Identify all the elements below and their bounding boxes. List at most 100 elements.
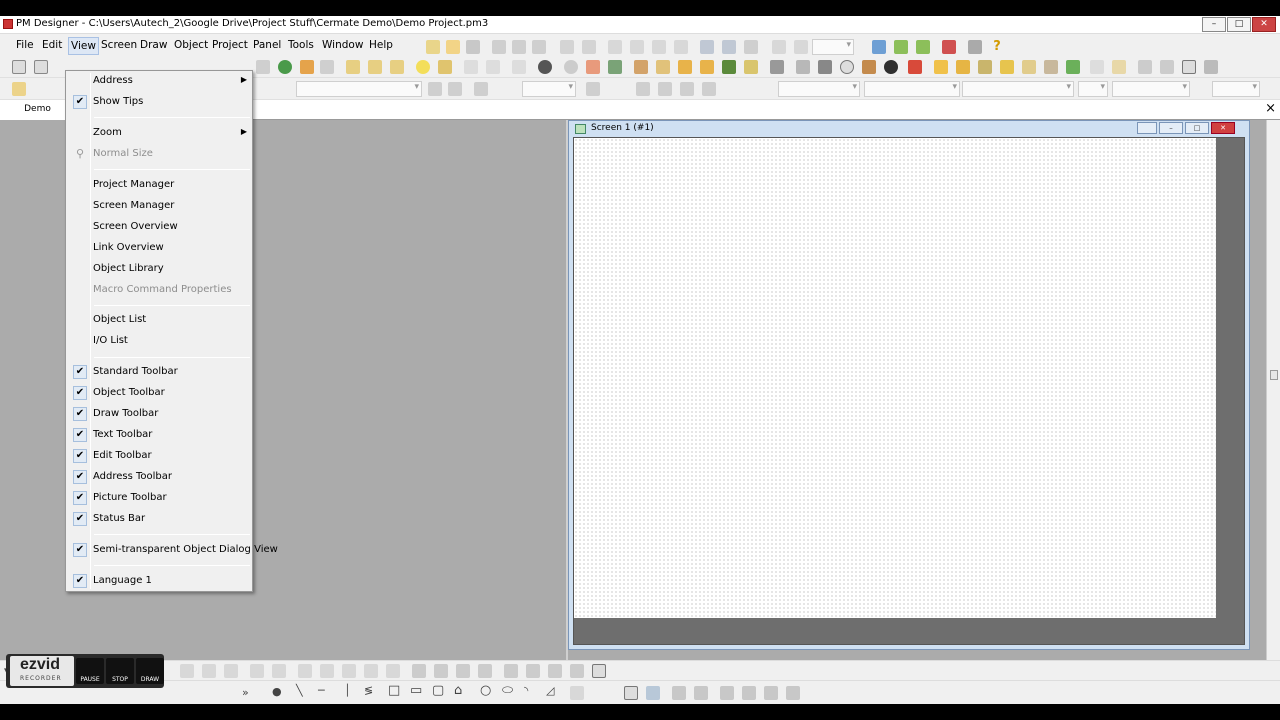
text-icon-2[interactable]: [448, 82, 462, 96]
obj-icon-5[interactable]: [368, 60, 382, 74]
screen-prev-icon[interactable]: [652, 40, 666, 54]
align-icon-8[interactable]: [342, 664, 356, 678]
zoom-in-icon[interactable]: [700, 40, 714, 54]
obj-icon-15[interactable]: [744, 60, 758, 74]
menu-item-text-toolbar[interactable]: ✔ Text Toolbar: [68, 426, 250, 445]
line-tool-icon[interactable]: ╲: [296, 684, 303, 697]
menu-item-screen-overview[interactable]: Screen Overview: [68, 218, 250, 237]
obj-icon-18[interactable]: [818, 60, 832, 74]
text-icon-8[interactable]: [702, 82, 716, 96]
undo-icon[interactable]: [560, 40, 574, 54]
menu-item-zoom[interactable]: Zoom ▶: [68, 124, 250, 143]
obj-icon-21[interactable]: [884, 60, 898, 74]
menu-item-macro-command-properties[interactable]: Macro Command Properties: [68, 281, 250, 300]
menu-item-io-list[interactable]: I/O List: [68, 332, 250, 351]
font-combo[interactable]: [296, 81, 422, 97]
order-icon-1[interactable]: [412, 664, 426, 678]
order-icon-4[interactable]: [478, 664, 492, 678]
menu-item-address[interactable]: Address ▶: [68, 72, 250, 91]
align-icon-5[interactable]: [272, 664, 286, 678]
circle-tool-icon[interactable]: ○: [480, 683, 491, 698]
obj-icon-19[interactable]: [840, 60, 854, 74]
shape-icon-3[interactable]: [764, 686, 778, 700]
obj-icon-3[interactable]: [320, 60, 334, 74]
address-spin[interactable]: [1112, 81, 1190, 97]
zoom-normal-icon[interactable]: [744, 40, 758, 54]
simulate-icon[interactable]: [894, 40, 908, 54]
menu-view[interactable]: View: [68, 37, 99, 55]
tool2-icon[interactable]: [794, 40, 808, 54]
obj-icon-13[interactable]: [700, 60, 714, 74]
menu-item-link-overview[interactable]: Link Overview: [68, 239, 250, 258]
shape-icon-4[interactable]: [786, 686, 800, 700]
download-icon[interactable]: [916, 40, 930, 54]
dot-tool-icon[interactable]: ●: [272, 685, 282, 698]
text-icon-3[interactable]: [474, 82, 488, 96]
screen-close-button[interactable]: ✕: [1211, 122, 1235, 134]
screen-icon[interactable]: [608, 40, 622, 54]
obj-icon-10[interactable]: [634, 60, 648, 74]
obj-icon-30[interactable]: [1090, 60, 1104, 74]
obj-icon-9[interactable]: [608, 60, 622, 74]
calendar-icon[interactable]: [586, 60, 600, 74]
menu-item-picture-toolbar[interactable]: ✔ Picture Toolbar: [68, 489, 250, 508]
bold-icon[interactable]: [12, 60, 26, 74]
save-icon[interactable]: [466, 40, 480, 54]
pencil-icon[interactable]: [12, 82, 26, 96]
stop-icon[interactable]: [942, 40, 956, 54]
obj-icon-23[interactable]: [934, 60, 948, 74]
new-icon[interactable]: [426, 40, 440, 54]
menu-screen[interactable]: Screen: [101, 39, 137, 51]
group-icon-3[interactable]: [548, 664, 562, 678]
obj-icon-16[interactable]: [770, 60, 784, 74]
menu-item-draw-toolbar[interactable]: ✔ Draw Toolbar: [68, 405, 250, 424]
menu-project[interactable]: Project: [212, 39, 248, 51]
obj-icon-7[interactable]: [438, 60, 452, 74]
text-icon-5[interactable]: [636, 82, 650, 96]
obj-icon-8[interactable]: [538, 60, 552, 74]
numeric-icon[interactable]: [464, 60, 478, 74]
lamp-green-icon[interactable]: [278, 60, 292, 74]
menu-item-object-library[interactable]: Object Library: [68, 260, 250, 279]
close-button[interactable]: ✕: [1252, 17, 1276, 32]
menu-item-object-list[interactable]: Object List: [68, 311, 250, 330]
shape-icon-1[interactable]: [720, 686, 734, 700]
obj-icon-4[interactable]: [346, 60, 360, 74]
copy-icon[interactable]: [512, 40, 526, 54]
obj-icon-14[interactable]: [722, 60, 736, 74]
screen-maximize-button[interactable]: □: [1185, 122, 1209, 134]
stop-button[interactable]: STOP: [106, 658, 134, 684]
obj-icon-11[interactable]: [656, 60, 670, 74]
paste-icon[interactable]: [532, 40, 546, 54]
obj-icon-29[interactable]: [1066, 60, 1080, 74]
obj-icon-25[interactable]: [978, 60, 992, 74]
minimize-button[interactable]: –: [1202, 17, 1226, 32]
size-combo[interactable]: [522, 81, 576, 97]
order-icon-2[interactable]: [434, 664, 448, 678]
text-icon-6[interactable]: [658, 82, 672, 96]
picture-tool-icon[interactable]: [646, 686, 660, 700]
pie-tool-icon[interactable]: ◿: [546, 684, 554, 697]
cut-icon[interactable]: [492, 40, 506, 54]
menu-window[interactable]: Window: [322, 39, 363, 51]
screen-copy-icon[interactable]: [630, 40, 644, 54]
menu-item-screen-manager[interactable]: Screen Manager: [68, 197, 250, 216]
menu-item-show-tips[interactable]: ✔ Show Tips: [68, 93, 250, 112]
screen-minimize-button[interactable]: –: [1159, 122, 1183, 134]
open-icon[interactable]: [446, 40, 460, 54]
menu-edit[interactable]: Edit: [42, 39, 62, 51]
menu-item-project-manager[interactable]: Project Manager: [68, 176, 250, 195]
menu-object[interactable]: Object: [174, 39, 208, 51]
chevron-right-icon[interactable]: »: [242, 686, 249, 699]
obj-icon-35[interactable]: [1204, 60, 1218, 74]
address-combo-3[interactable]: [962, 81, 1074, 97]
obj-icon-17[interactable]: [796, 60, 810, 74]
align-icon-2[interactable]: [202, 664, 216, 678]
obj-icon-32[interactable]: [1138, 60, 1152, 74]
fill-icon-2[interactable]: [694, 686, 708, 700]
menu-item-object-toolbar[interactable]: ✔ Object Toolbar: [68, 384, 250, 403]
text-icon-1[interactable]: [428, 82, 442, 96]
menu-draw[interactable]: Draw: [140, 39, 167, 51]
clock-icon[interactable]: [564, 60, 578, 74]
screen-next-icon[interactable]: [674, 40, 688, 54]
